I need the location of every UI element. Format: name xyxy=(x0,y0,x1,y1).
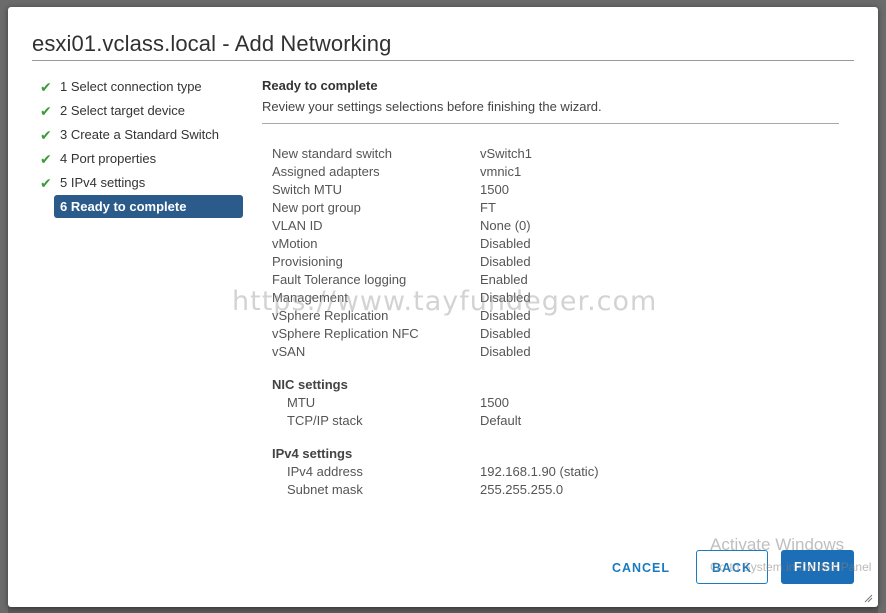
summary-row: MTU 1500 xyxy=(272,394,752,412)
summary-key: MTU xyxy=(287,395,316,410)
summary-row: TCP/IP stack Default xyxy=(272,412,752,430)
step-6-active[interactable]: 6 Ready to complete xyxy=(54,195,243,218)
step-label: 2 Select target device xyxy=(60,103,186,118)
step-4[interactable]: ✔ 4 Port properties xyxy=(38,147,254,171)
summary-row: Subnet mask 255.255.255.0 xyxy=(272,481,752,499)
summary-row: vSphere Replication NFC Disabled xyxy=(272,325,752,343)
summary-value: vSwitch1 xyxy=(480,146,533,161)
summary-key: Switch MTU xyxy=(272,182,343,197)
checkmark-icon: ✔ xyxy=(40,103,52,119)
summary-row: vMotion Disabled xyxy=(272,235,752,253)
step-label: 6 Ready to complete xyxy=(60,199,187,214)
ipv4-settings-heading: IPv4 settings xyxy=(272,446,353,461)
dialog-title: esxi01.vclass.local - Add Networking xyxy=(32,31,392,56)
checkmark-icon: ✔ xyxy=(40,175,52,191)
step-2[interactable]: ✔ 2 Select target device xyxy=(38,99,254,123)
summary-row: New port group FT xyxy=(272,199,752,217)
summary-value: Default xyxy=(480,413,522,428)
summary-key: VLAN ID xyxy=(272,218,323,233)
step-label: 1 Select connection type xyxy=(60,79,202,94)
summary-value: Disabled xyxy=(480,344,531,359)
website-watermark: https://www.tayfundeger.com xyxy=(232,286,658,317)
summary-key: New port group xyxy=(272,200,361,215)
summary-row: Provisioning Disabled xyxy=(272,253,752,271)
summary-value: Disabled xyxy=(480,326,531,341)
settings-summary: New standard switch vSwitch1 Assigned ada… xyxy=(272,145,752,499)
content-divider xyxy=(262,123,839,124)
step-label: 5 IPv4 settings xyxy=(60,175,146,190)
step-label: 3 Create a Standard Switch xyxy=(60,127,219,142)
summary-key: TCP/IP stack xyxy=(287,413,363,428)
checkmark-icon: ✔ xyxy=(40,151,52,167)
summary-row: Switch MTU 1500 xyxy=(272,181,752,199)
summary-value: 1500 xyxy=(480,182,509,197)
checkmark-icon: ✔ xyxy=(40,79,52,95)
checkmark-icon: ✔ xyxy=(40,127,52,143)
title-divider xyxy=(32,60,854,61)
activate-windows-title: Activate Windows xyxy=(710,535,845,554)
step-3[interactable]: ✔ 3 Create a Standard Switch xyxy=(38,123,254,147)
summary-value: 255.255.255.0 xyxy=(480,482,564,497)
summary-key: New standard switch xyxy=(272,146,392,161)
summary-value: 192.168.1.90 (static) xyxy=(480,464,599,479)
summary-row: IPv4 address 192.168.1.90 (static) xyxy=(272,463,752,481)
summary-row: New standard switch vSwitch1 xyxy=(272,145,752,163)
summary-row: Assigned adapters vmnic1 xyxy=(272,163,752,181)
content-header: Ready to complete Review your settings s… xyxy=(262,77,840,124)
summary-value: 1500 xyxy=(480,395,509,410)
summary-value: vmnic1 xyxy=(480,164,522,179)
summary-key: Assigned adapters xyxy=(272,164,380,179)
nic-settings-heading: NIC settings xyxy=(272,377,348,392)
step-label: 4 Port properties xyxy=(60,151,157,166)
summary-key: vSAN xyxy=(272,344,306,359)
summary-key: Subnet mask xyxy=(287,482,363,497)
backdrop-left xyxy=(0,0,8,613)
summary-key: vMotion xyxy=(272,236,318,251)
step-1[interactable]: ✔ 1 Select connection type xyxy=(38,75,254,99)
summary-value: None (0) xyxy=(480,218,531,233)
summary-key: IPv4 address xyxy=(287,464,363,479)
content-subtitle: Review your settings selections before f… xyxy=(262,99,602,114)
summary-row: vSAN Disabled xyxy=(272,343,752,361)
resize-grip-icon[interactable] xyxy=(863,593,873,603)
summary-row: VLAN ID None (0) xyxy=(272,217,752,235)
summary-key: vSphere Replication NFC xyxy=(272,326,419,341)
wizard-steps: ✔ 1 Select connection type ✔ 2 Select ta… xyxy=(38,75,254,218)
activate-windows-subtitle: Go to System in Control Panel xyxy=(710,560,872,574)
step-5[interactable]: ✔ 5 IPv4 settings xyxy=(38,171,254,195)
content-title: Ready to complete xyxy=(262,78,378,93)
cancel-button[interactable]: CANCEL xyxy=(600,551,682,585)
summary-key: Provisioning xyxy=(272,254,343,269)
summary-value: Disabled xyxy=(480,254,531,269)
summary-value: Disabled xyxy=(480,236,531,251)
backdrop-right xyxy=(878,0,886,613)
summary-value: FT xyxy=(480,200,496,215)
